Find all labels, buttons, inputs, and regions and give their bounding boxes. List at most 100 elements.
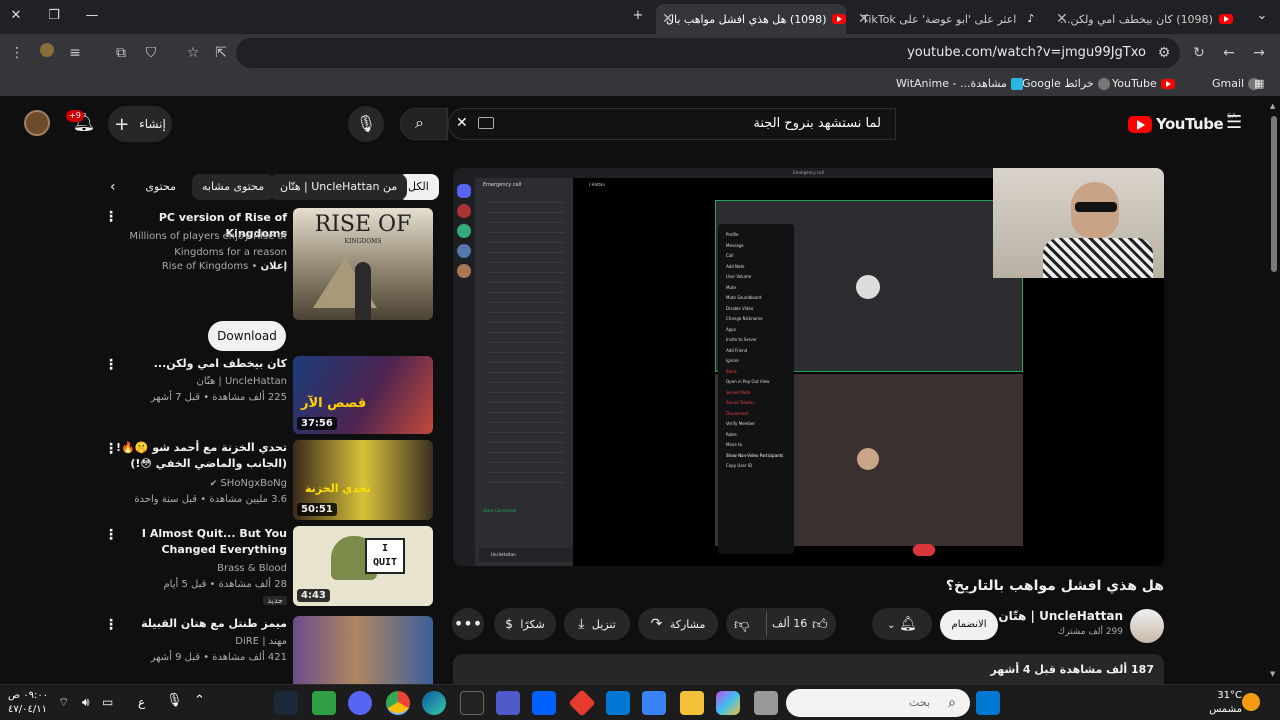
install-app-icon[interactable]: ⇱ — [210, 42, 232, 64]
search-button[interactable]: ⌕ — [400, 108, 448, 140]
edge-icon[interactable] — [422, 691, 446, 715]
close-tab-icon[interactable]: ✕ — [662, 11, 674, 27]
minimize-window-icon[interactable]: — — [80, 6, 104, 26]
copilot-icon[interactable] — [716, 691, 740, 715]
more-options-icon[interactable]: ⋮ — [104, 442, 118, 456]
more-options-icon[interactable]: ⋮ — [104, 528, 118, 542]
video-thumbnail[interactable]: تحدي الخزنة 50:51 — [293, 440, 433, 520]
list-item[interactable]: قصص الآر 37:56 كان بيخطف امي ولكن... Unc… — [96, 356, 436, 436]
outlook-icon[interactable] — [606, 691, 630, 715]
all-bookmarks-icon[interactable]: ▦ — [1254, 76, 1264, 92]
shield-icon[interactable]: ⛉ — [140, 42, 162, 64]
channel-name[interactable]: Brass & Blood — [107, 561, 287, 577]
bookmark-youtube[interactable]: YouTube — [1112, 76, 1175, 92]
reading-list-icon[interactable]: ≡ — [64, 42, 86, 64]
tab-video-other[interactable]: (1098) كان بيخطف امي ولكن... ✕ — [1050, 4, 1244, 34]
chip-partial[interactable]: محتوى — [138, 174, 186, 200]
scroll-down-icon[interactable]: ▼ — [1270, 670, 1275, 678]
download-ad-button[interactable]: Download — [208, 321, 286, 351]
dropbox-icon[interactable] — [532, 691, 556, 715]
video-title[interactable]: تحدي الخزنة مع أحمد شو 🤫🔥! (الجانب والما… — [107, 440, 287, 472]
create-button[interactable]: إنشاء + — [108, 106, 172, 142]
channel-name[interactable]: UncleHattan | هتّان — [107, 374, 287, 390]
teams-icon[interactable] — [496, 691, 520, 715]
battery-icon[interactable]: ▭ — [102, 695, 113, 709]
avatar[interactable] — [24, 110, 50, 136]
channel-name[interactable]: مهند | DiRE — [107, 634, 287, 650]
thanks-button[interactable]: شكرًا $ — [494, 608, 556, 640]
chip-from-channel[interactable]: من UncleHattan | هتّان — [270, 174, 408, 200]
back-icon[interactable]: → — [1248, 42, 1270, 64]
ad-thumbnail[interactable]: RISE OF KINGDOMS — [293, 208, 433, 320]
wifi-icon[interactable]: ⌔ — [58, 695, 69, 709]
clear-search-icon[interactable]: ✕ — [456, 115, 468, 131]
profile-icon[interactable] — [36, 42, 58, 64]
forward-icon[interactable]: ← — [1218, 42, 1240, 64]
tab-tiktok[interactable]: ♪ اعثر على 'ابو عوضة' على TikTok ✕ — [852, 4, 1042, 34]
tray-chevron-icon[interactable]: ⌃ — [194, 694, 205, 708]
file-explorer-icon[interactable] — [680, 691, 704, 715]
video-title[interactable]: ميمز طنتل مع هتان القبيلة — [107, 616, 287, 632]
channel-avatar[interactable] — [1130, 609, 1164, 643]
ad-card[interactable]: RISE OF KINGDOMS PC version of Rise of K… — [96, 208, 436, 353]
mic-icon[interactable]: 🎙︎ — [348, 106, 384, 142]
video-title[interactable]: I Almost Quit... But You Changed Everyth… — [107, 526, 287, 558]
restore-window-icon[interactable]: ❐ — [42, 6, 66, 26]
dislike-icon[interactable]: 👎︎ — [734, 608, 749, 640]
share-button[interactable]: مشاركة ↷ — [638, 608, 718, 640]
close-tab-icon[interactable]: ✕ — [1056, 11, 1068, 27]
input-language[interactable]: ع — [138, 695, 145, 709]
new-tab-icon[interactable]: + — [626, 6, 650, 26]
tab-video-current[interactable]: (1098) هل هذي افشل مواهب بال ✕ — [656, 4, 846, 34]
bookmark-witanime[interactable]: مشاهدة... - WitAnime — [896, 76, 1023, 92]
hamburger-menu-icon[interactable]: ☰ — [1226, 112, 1242, 133]
reload-icon[interactable]: ↻ — [1188, 42, 1210, 64]
url-field[interactable]: youtube.com/watch?v=jmgu99JgTxo — [236, 38, 1180, 68]
windows-start-icon[interactable] — [976, 691, 1000, 715]
description-box[interactable]: 187 ألف مشاهدة قبل 4 أشهر — [453, 654, 1164, 684]
subscribed-bell-button[interactable]: 🔔︎ ⌄ — [872, 608, 932, 640]
like-icon[interactable]: 👍︎ — [812, 608, 828, 640]
chrome-icon[interactable] — [386, 691, 410, 715]
bookmark-google-maps[interactable]: خرائط Google — [1022, 76, 1110, 92]
app-icon-red[interactable] — [568, 689, 596, 717]
more-options-icon[interactable]: ⋮ — [104, 358, 118, 372]
more-options-icon[interactable]: ⋮ — [104, 210, 118, 224]
keyboard-icon[interactable] — [478, 117, 494, 129]
more-actions-icon[interactable]: ••• — [452, 608, 484, 640]
weather-widget[interactable]: 31°C مشمس — [1200, 689, 1242, 717]
scroll-up-icon[interactable]: ▲ — [1270, 102, 1275, 110]
clock[interactable]: ٠٩:٠٠ ص ٤٧/٠٤/١١ — [8, 689, 52, 717]
steam-icon[interactable] — [274, 691, 298, 715]
download-button[interactable]: تنزيل ⤓ — [564, 608, 630, 640]
site-settings-icon[interactable]: ⚙ — [1153, 42, 1175, 64]
discord-icon[interactable] — [348, 691, 372, 715]
page-scrollbar[interactable]: ▲ ▼ — [1268, 100, 1280, 684]
close-window-icon[interactable]: ✕ — [4, 6, 28, 26]
list-item[interactable]: تحدي الخزنة 50:51 تحدي الخزنة مع أحمد شو… — [96, 440, 436, 520]
taskbar-search-input[interactable]: بحث ⌕ — [786, 689, 970, 717]
browser-menu-icon[interactable]: ⋮ — [6, 42, 28, 64]
like-count[interactable]: 16 ألف — [772, 608, 807, 640]
join-button[interactable]: الانضمام — [940, 610, 998, 640]
search-input[interactable]: لما نستشهد بنروح الجنة — [448, 108, 896, 140]
list-item[interactable]: ميمز طنتل مع هتان القبيلة مهند | DiRE 42… — [96, 616, 436, 684]
extensions-icon[interactable]: ⧉ — [110, 42, 132, 64]
list-item[interactable]: I QUIT 4:43 I Almost Quit... But You Cha… — [96, 526, 436, 606]
scroll-thumb[interactable] — [1271, 116, 1277, 272]
store-icon[interactable] — [642, 691, 666, 715]
chip-related[interactable]: محتوى مشابه — [192, 174, 275, 200]
youtube-logo[interactable]: YouTube SA — [1128, 112, 1237, 136]
close-tab-icon[interactable]: ✕ — [858, 11, 870, 27]
channel-name[interactable]: SHoNgxBoNg — [220, 478, 287, 489]
more-options-icon[interactable]: ⋮ — [104, 618, 118, 632]
video-thumbnail[interactable]: قصص الآر 37:56 — [293, 356, 433, 434]
microphone-icon[interactable]: 🎙︎ — [166, 694, 183, 708]
app-icon-green[interactable] — [312, 691, 336, 715]
app-icon-gray[interactable] — [754, 691, 778, 715]
bookmark-gmail[interactable]: Gmail — [1212, 76, 1261, 92]
tab-search-icon[interactable]: ⌄ — [1250, 6, 1274, 26]
epic-games-icon[interactable] — [460, 691, 484, 715]
video-thumbnail[interactable] — [293, 616, 433, 684]
bookmark-star-icon[interactable]: ☆ — [182, 42, 204, 64]
